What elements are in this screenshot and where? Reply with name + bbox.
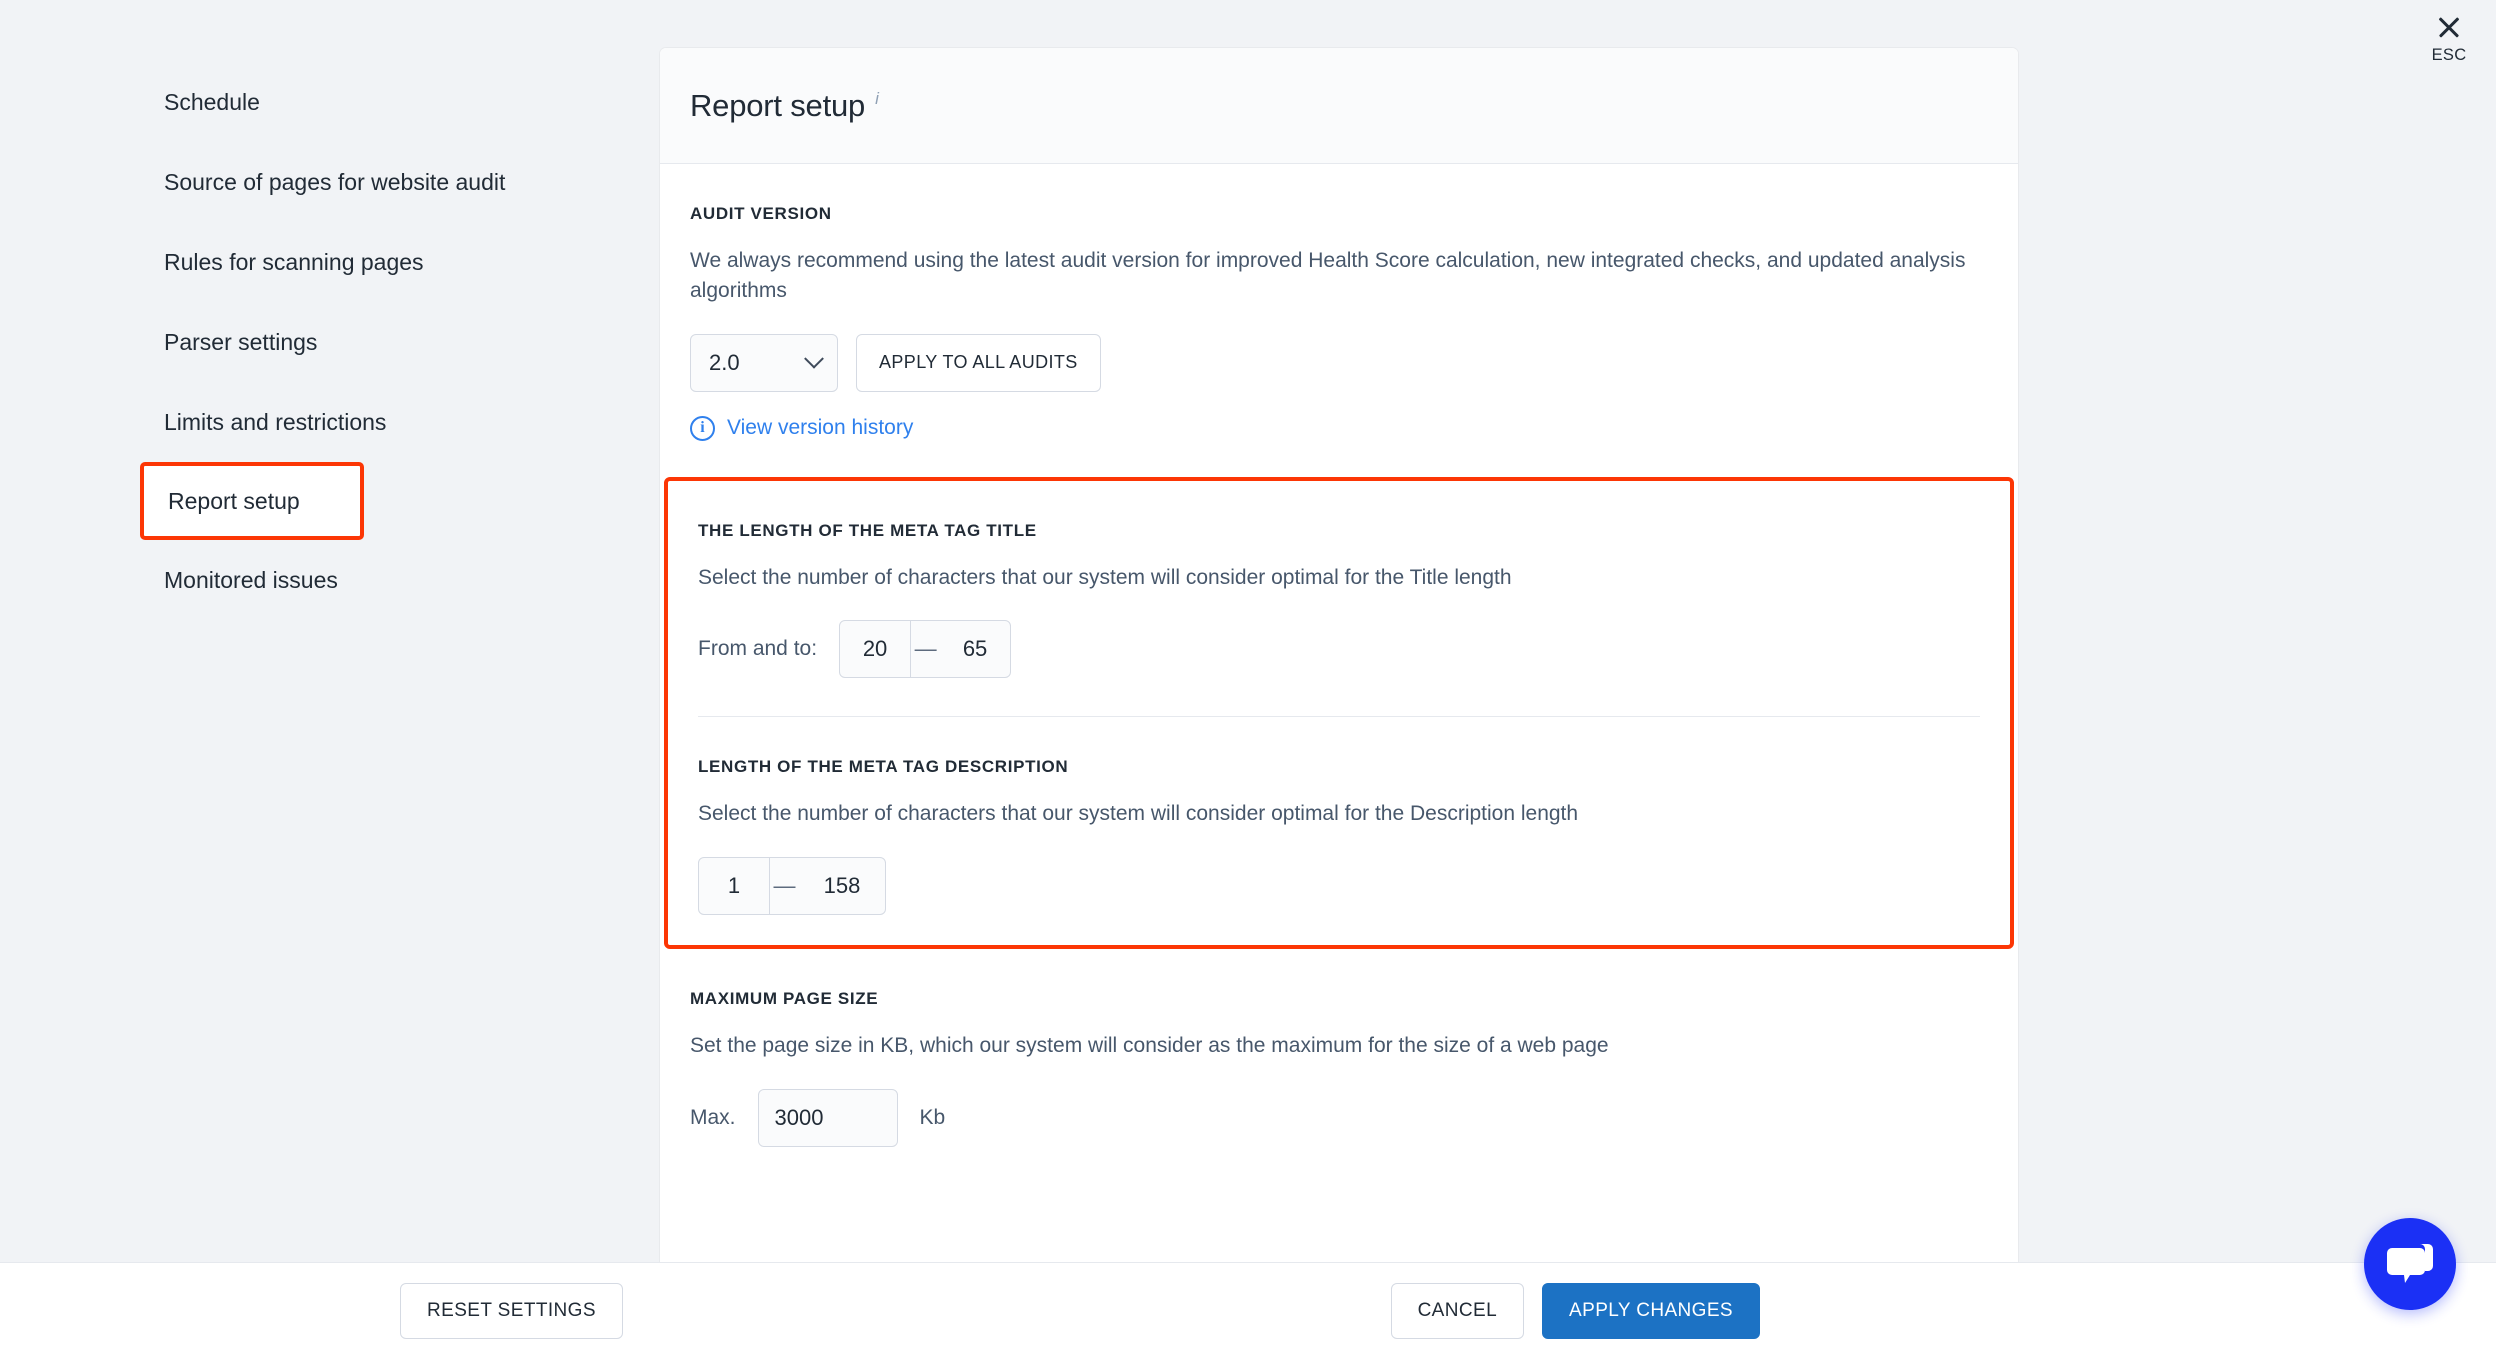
audit-version-heading: AUDIT VERSION (690, 204, 832, 223)
reset-settings-button[interactable]: RESET SETTINGS (400, 1282, 623, 1339)
report-setup-panel: Report setup i AUDIT VERSION We always r… (660, 48, 2018, 1262)
view-version-history-link[interactable]: i View version history (690, 415, 914, 441)
chevron-down-icon (804, 348, 824, 369)
sidebar-item-source-of-pages[interactable]: Source of pages for website audit (0, 142, 660, 222)
meta-description-range-input: 1 — 158 (698, 857, 886, 916)
meta-title-range-input: 20 — 65 (839, 620, 1012, 679)
meta-title-range-label: From and to: (698, 637, 818, 661)
apply-changes-button[interactable]: APPLY CHANGES (1542, 1282, 1760, 1339)
meta-title-range-row: From and to: 20 — 65 (698, 620, 1980, 679)
meta-description-range-row: 1 — 158 (698, 857, 1980, 916)
sidebar-item-label: Schedule (164, 88, 260, 115)
meta-description-from-input[interactable]: 1 (699, 858, 769, 914)
info-icon[interactable]: i (875, 89, 879, 109)
page-size-description: Set the page size in KB, which our syste… (690, 1034, 1609, 1058)
audit-version-select-value: 2.0 (709, 349, 740, 375)
chat-widget-button[interactable] (2364, 1218, 2456, 1310)
chat-bubble-icon (2387, 1244, 2433, 1283)
apply-to-all-audits-button[interactable]: APPLY TO ALL AUDITS (856, 333, 1101, 392)
sidebar-item-parser-settings[interactable]: Parser settings (0, 302, 660, 382)
settings-sidebar: Schedule Source of pages for website aud… (0, 0, 660, 1262)
sidebar-item-label: Monitored issues (164, 566, 338, 593)
footer-action-bar: RESET SETTINGS CANCEL APPLY CHANGES (0, 1262, 2496, 1358)
meta-title-from-input[interactable]: 20 (840, 621, 910, 677)
meta-title-section: THE LENGTH OF THE META TAG TITLE Select … (668, 481, 2010, 679)
audit-version-controls: 2.0 APPLY TO ALL AUDITS (690, 333, 1988, 392)
range-separator: — (910, 621, 940, 678)
meta-description-to-input[interactable]: 158 (799, 858, 885, 914)
audit-version-select[interactable]: 2.0 (690, 333, 838, 392)
page-layout: Schedule Source of pages for website aud… (0, 0, 2496, 1262)
page-title: Report setup (690, 87, 866, 123)
range-separator: — (769, 858, 799, 915)
sidebar-item-schedule[interactable]: Schedule (0, 62, 660, 142)
sidebar-item-monitored-issues[interactable]: Monitored issues (0, 540, 660, 620)
page-size-unit: Kb (919, 1106, 946, 1130)
footer-right-group: CANCEL APPLY CHANGES (1390, 1282, 1760, 1339)
sidebar-item-report-setup[interactable]: Report setup (140, 462, 364, 540)
page-size-input[interactable] (757, 1089, 898, 1148)
panel-header: Report setup i (660, 48, 2018, 164)
sidebar-item-label: Parser settings (164, 328, 318, 355)
sidebar-item-label: Source of pages for website audit (164, 168, 506, 195)
info-circle-icon: i (690, 415, 715, 441)
meta-title-heading: THE LENGTH OF THE META TAG TITLE (698, 520, 1037, 540)
meta-description-section: LENGTH OF THE META TAG DESCRIPTION Selec… (668, 717, 2010, 916)
audit-version-section: AUDIT VERSION We always recommend using … (660, 164, 2018, 441)
panel-body: AUDIT VERSION We always recommend using … (660, 164, 2018, 1148)
footer-left-group: RESET SETTINGS (400, 1282, 623, 1339)
meta-title-to-input[interactable]: 65 (940, 621, 1010, 677)
sidebar-item-limits-and-restrictions[interactable]: Limits and restrictions (0, 382, 660, 462)
sidebar-item-label: Limits and restrictions (164, 408, 387, 435)
sidebar-item-label: Rules for scanning pages (164, 248, 424, 275)
meta-title-description: Select the number of characters that our… (698, 565, 1512, 589)
page-size-heading: MAXIMUM PAGE SIZE (690, 989, 879, 1009)
meta-description-description: Select the number of characters that our… (698, 802, 1579, 826)
sidebar-item-label: Report setup (168, 487, 300, 514)
maximum-page-size-section: MAXIMUM PAGE SIZE Set the page size in K… (660, 949, 2018, 1148)
page-size-row: Max. Kb (690, 1089, 1988, 1148)
page-size-label: Max. (690, 1106, 736, 1130)
sidebar-item-rules-for-scanning[interactable]: Rules for scanning pages (0, 222, 660, 302)
cancel-button[interactable]: CANCEL (1390, 1282, 1525, 1339)
meta-tag-length-highlight-group: THE LENGTH OF THE META TAG TITLE Select … (664, 476, 2014, 950)
view-version-history-label: View version history (727, 416, 914, 440)
meta-description-heading: LENGTH OF THE META TAG DESCRIPTION (698, 757, 1069, 777)
audit-version-description: We always recommend using the latest aud… (690, 249, 1966, 302)
